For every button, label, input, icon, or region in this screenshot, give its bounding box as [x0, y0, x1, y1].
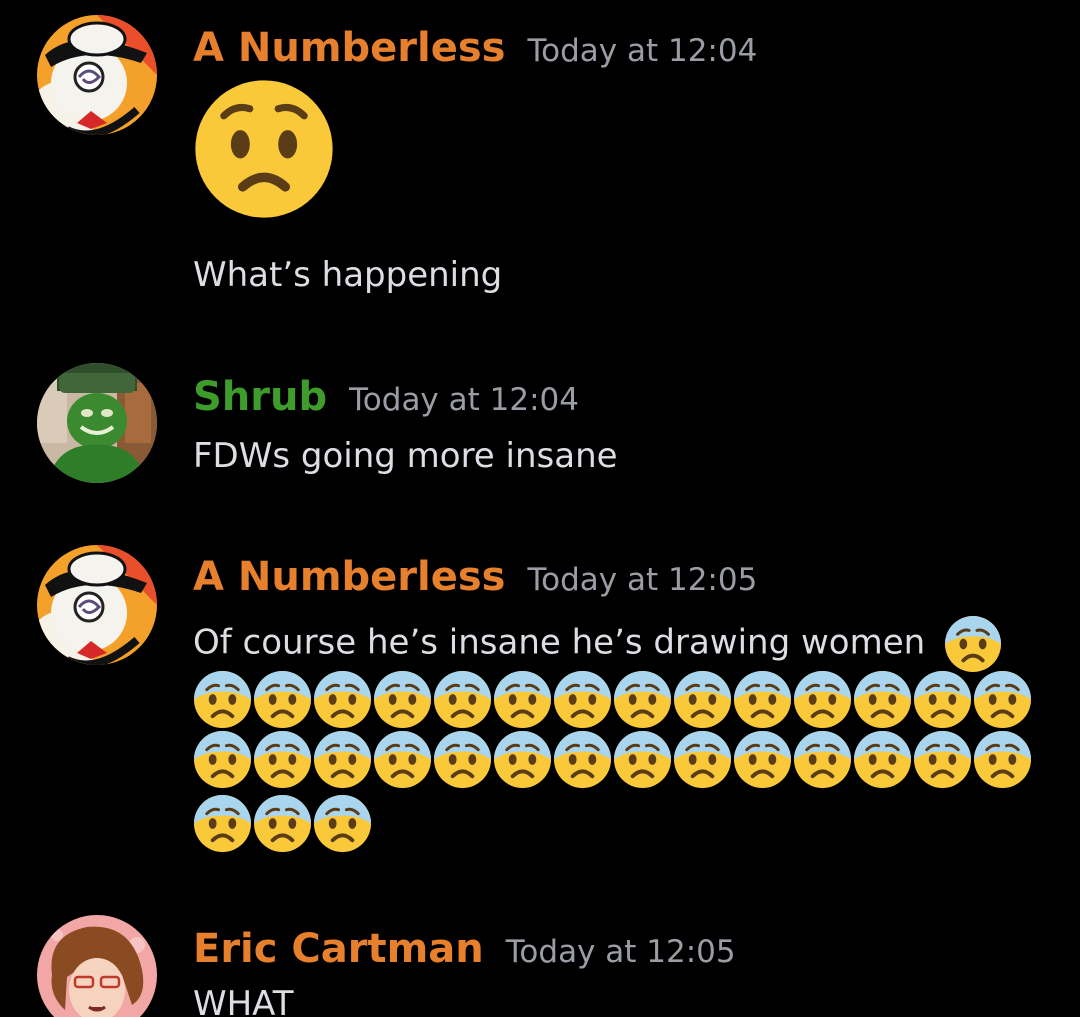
avatar[interactable]: [37, 545, 157, 665]
anxious-face-icon: [373, 670, 432, 729]
timestamp: Today at 12:04: [349, 382, 579, 418]
avatar-image: [37, 15, 157, 135]
message-text-content: Of course he’s insane he’s drawing women: [193, 622, 926, 663]
anxious-face-icon: [433, 670, 492, 729]
anxious-face-icon: [913, 670, 972, 729]
avatar[interactable]: [37, 915, 157, 1017]
author-name-text[interactable]: Shrub: [193, 374, 327, 420]
anxious-face-icon: [193, 730, 252, 789]
anxious-face-icon: [253, 730, 312, 789]
anxious-face-icon: [193, 794, 252, 853]
anxious-face-icon: [673, 670, 732, 729]
anxious-face-icon: [493, 730, 552, 789]
anxious-face-icon: [673, 730, 732, 789]
avatar-image: [37, 363, 157, 483]
message-text: Of course he’s insane he’s drawing women: [193, 615, 1002, 673]
anxious-face-icon: [973, 670, 1032, 729]
avatar-image: [37, 545, 157, 665]
anxious-face-icon: [733, 730, 792, 789]
anxious-face-icon: [613, 670, 672, 729]
anxious-face-icon: [944, 615, 1002, 673]
anxious-face-icon: [793, 670, 852, 729]
author-name[interactable]: A Numberless Today at 12:04: [193, 24, 757, 75]
anxious-face-icon: [313, 670, 372, 729]
anxious-face-icon: [613, 730, 672, 789]
anxious-face-icon: [493, 670, 552, 729]
worried-face-icon: [193, 78, 335, 224]
anxious-face-icon: [373, 730, 432, 789]
message-text: WHAT: [193, 984, 294, 1017]
author-name-text[interactable]: Eric Cartman: [193, 926, 484, 972]
anxious-face-icon: [733, 670, 792, 729]
message-text: FDWs going more insane: [193, 436, 618, 476]
author-name[interactable]: Shrub Today at 12:04: [193, 373, 579, 424]
anxious-face-icon: [853, 730, 912, 789]
anxious-face-icon: [253, 670, 312, 729]
anxious-face-icon: [913, 730, 972, 789]
timestamp: Today at 12:05: [527, 562, 758, 598]
emoji-row: [193, 730, 1032, 789]
anxious-face-icon: [313, 794, 372, 853]
anxious-face-icon: [433, 730, 492, 789]
anxious-face-icon: [253, 794, 312, 853]
author-name[interactable]: Eric Cartman Today at 12:05: [193, 925, 736, 976]
anxious-face-icon: [553, 670, 612, 729]
timestamp: Today at 12:05: [505, 934, 736, 970]
avatar[interactable]: [37, 363, 157, 483]
anxious-face-icon: [973, 730, 1032, 789]
anxious-face-icon: [853, 670, 912, 729]
anxious-face-icon: [313, 730, 372, 789]
anxious-face-icon: [793, 730, 852, 789]
author-name-text[interactable]: A Numberless: [193, 25, 505, 71]
chat-view: A Numberless Today at 12:04 What’s happen…: [0, 0, 1080, 1017]
anxious-face-icon: [553, 730, 612, 789]
emoji-row: [193, 794, 372, 853]
author-name[interactable]: A Numberless Today at 12:05: [193, 553, 757, 604]
timestamp: Today at 12:04: [527, 33, 758, 69]
author-name-text[interactable]: A Numberless: [193, 554, 505, 600]
message-text: What’s happening: [193, 255, 503, 295]
anxious-face-icon: [193, 670, 252, 729]
avatar[interactable]: [37, 15, 157, 135]
avatar-image: [37, 915, 157, 1017]
emoji-row: [193, 670, 1032, 729]
